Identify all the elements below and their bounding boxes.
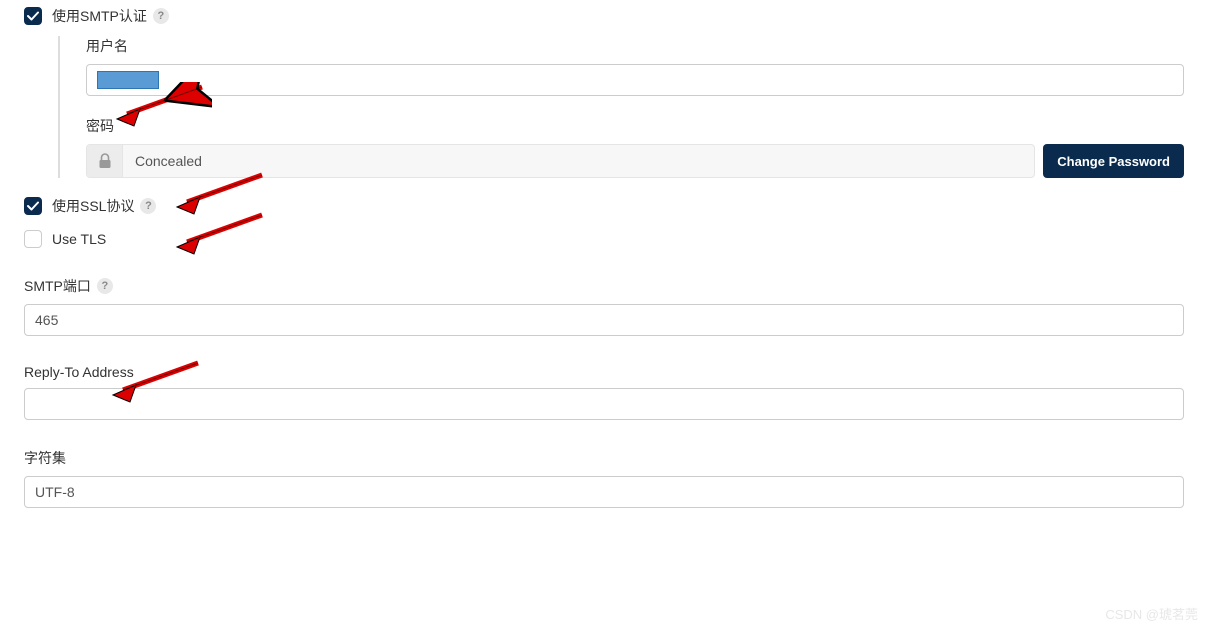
help-icon[interactable]: ? (97, 278, 113, 294)
charset-label: 字符集 (24, 448, 1184, 468)
smtp-auth-checkbox[interactable] (24, 7, 42, 25)
check-icon (27, 10, 39, 22)
username-input[interactable] (86, 64, 1184, 96)
change-password-button[interactable]: Change Password (1043, 144, 1184, 178)
smtp-auth-label[interactable]: 使用SMTP认证 (52, 6, 147, 26)
password-concealed-display: Concealed (86, 144, 1035, 178)
tls-label[interactable]: Use TLS (52, 231, 106, 247)
watermark-text: CSDN @琥茗莞 (1105, 604, 1198, 623)
reply-to-label: Reply-To Address (24, 364, 1184, 380)
password-text: Concealed (123, 145, 214, 177)
ssl-checkbox[interactable] (24, 197, 42, 215)
smtp-port-input[interactable] (24, 304, 1184, 336)
ssl-label[interactable]: 使用SSL协议 (52, 196, 134, 216)
password-label: 密码 (86, 116, 1184, 136)
reply-to-input[interactable] (24, 388, 1184, 420)
smtp-port-label: SMTP端口 (24, 276, 91, 296)
help-icon[interactable]: ? (140, 198, 156, 214)
charset-input[interactable] (24, 476, 1184, 508)
username-label: 用户名 (86, 36, 1184, 56)
tls-checkbox[interactable] (24, 230, 42, 248)
lock-icon (87, 145, 123, 177)
help-icon[interactable]: ? (153, 8, 169, 24)
check-icon (27, 200, 39, 212)
